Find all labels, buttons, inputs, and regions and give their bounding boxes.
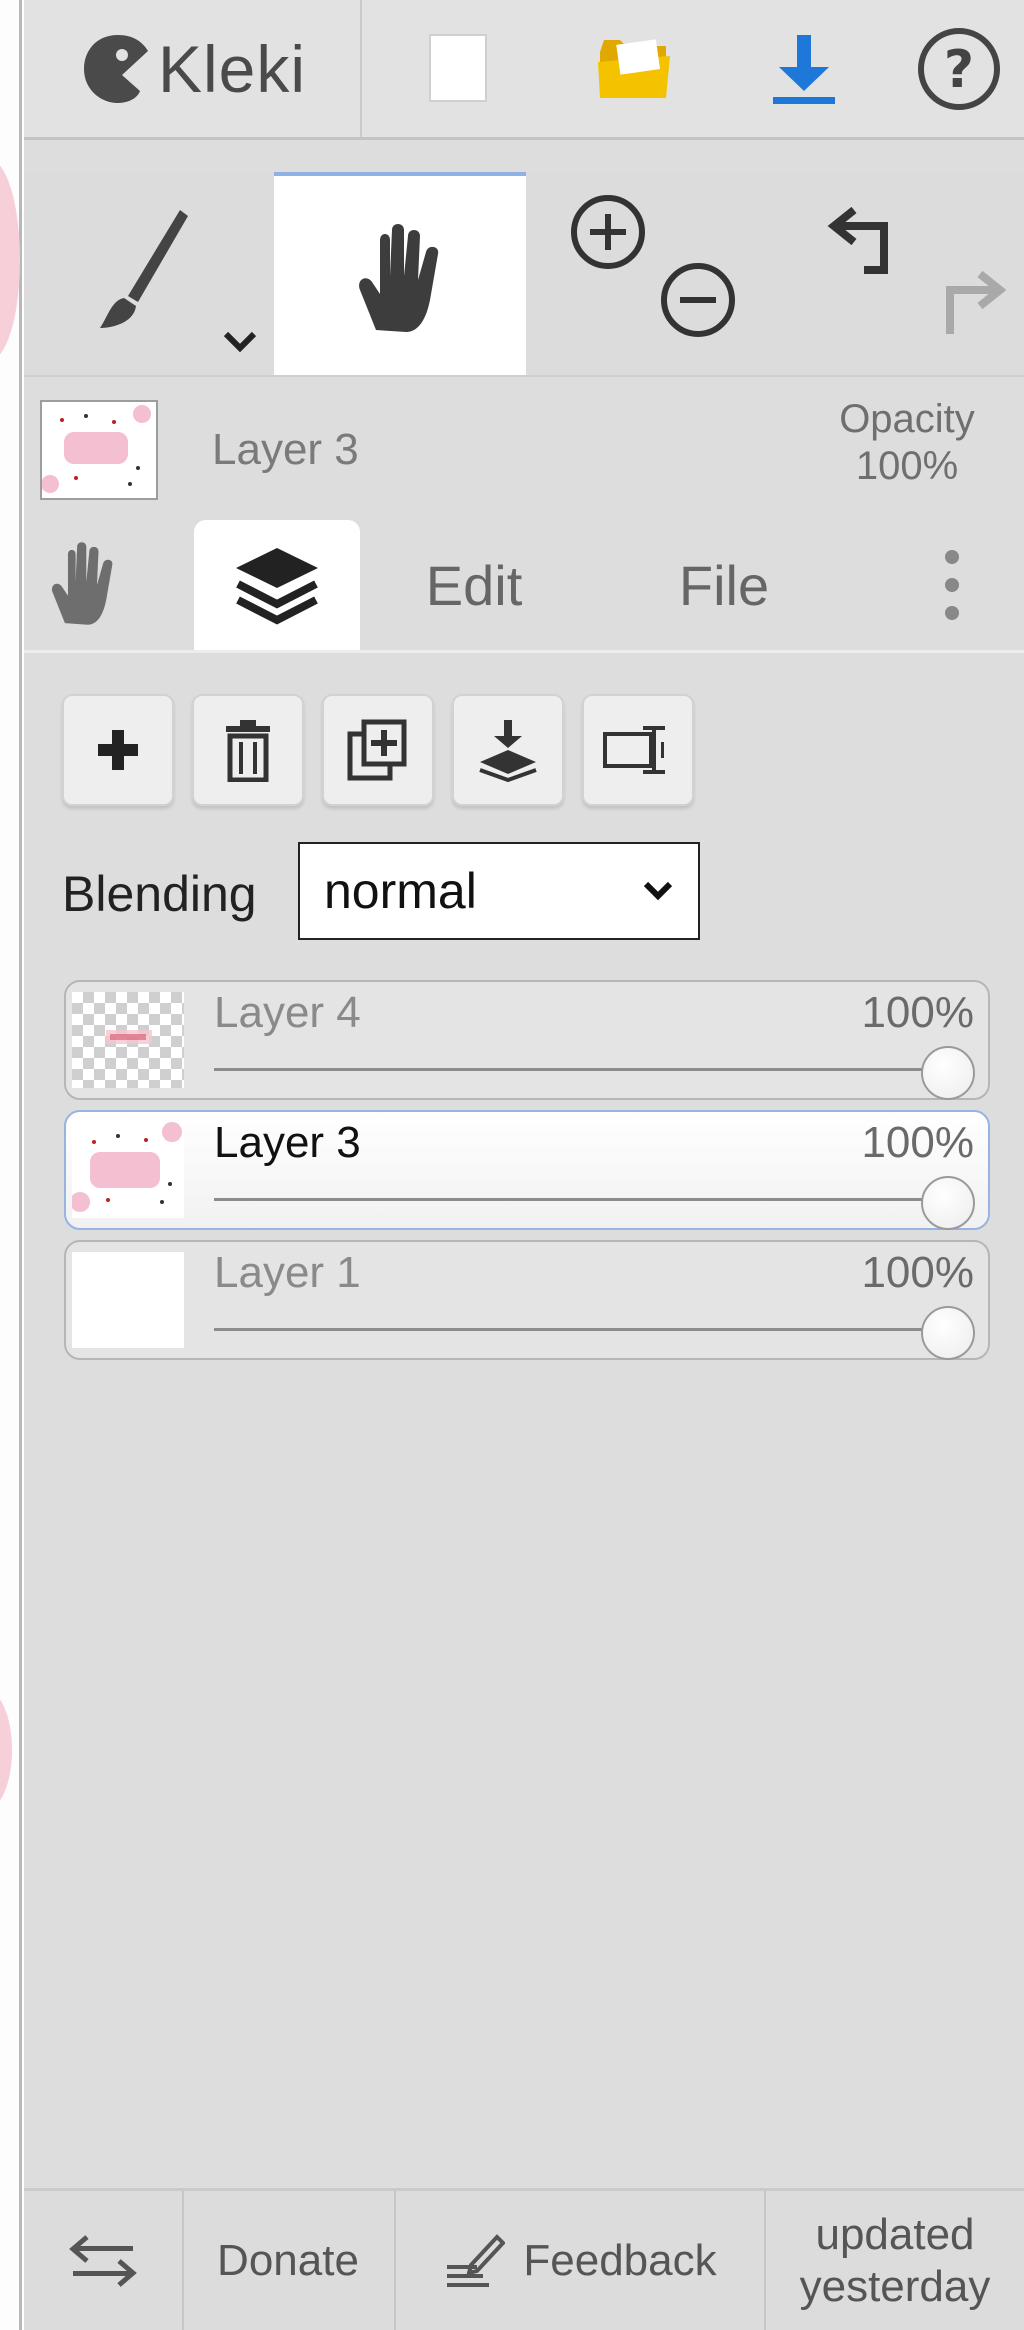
blending-label: Blending (62, 866, 257, 922)
zoom-in-icon[interactable] (566, 190, 650, 274)
layer-item[interactable]: Layer 4 100% (64, 980, 990, 1100)
chevron-down-icon (643, 881, 673, 901)
blending-select[interactable]: normal (298, 842, 700, 940)
current-layer-thumbnail[interactable] (40, 400, 158, 500)
hand-tool-button[interactable] (274, 172, 526, 375)
rename-layer-button[interactable] (582, 694, 694, 806)
delete-layer-button[interactable] (192, 694, 304, 806)
layer-thumbnail (72, 1122, 184, 1218)
layer-thumbnail-art (106, 1030, 152, 1044)
layer-opacity-value: 100% (861, 1118, 974, 1167)
redo-icon[interactable] (926, 264, 1010, 348)
layers-icon (236, 548, 318, 625)
trash-icon (226, 720, 270, 782)
layer-name: Layer 1 (214, 1248, 361, 1297)
help-icon: ? (918, 27, 1000, 110)
zoom-out-icon[interactable] (656, 258, 740, 342)
layer-thumbnail-art (42, 402, 156, 498)
app-title: Kleki (157, 31, 307, 106)
brush-tool-button[interactable] (24, 172, 274, 375)
slider-knob[interactable] (921, 1306, 975, 1360)
feedback-pen-icon (447, 2233, 506, 2287)
updated-line-2: yesterday (799, 2261, 991, 2311)
side-panel: Kleki ? Layer 3 Opacity 100% Edit File B… (24, 0, 1024, 2330)
layer-item[interactable]: Layer 3 100% (64, 1110, 990, 1230)
tab-hand[interactable] (24, 520, 144, 650)
changelog-link[interactable]: updated yesterday (766, 2191, 1024, 2330)
plus-icon (98, 730, 138, 770)
merge-down-icon (479, 720, 537, 782)
tab-edit[interactable]: Edit (384, 520, 564, 650)
current-layer-opacity[interactable]: Opacity 100% (822, 396, 992, 490)
tab-more[interactable] (904, 520, 1000, 650)
current-layer-name: Layer 3 (212, 425, 359, 474)
save-button[interactable] (739, 0, 869, 137)
svg-text:?: ? (944, 40, 974, 100)
new-file-icon (429, 33, 487, 102)
feedback-label: Feedback (523, 2235, 717, 2285)
new-image-button[interactable] (394, 0, 524, 137)
rename-icon (603, 726, 665, 774)
layer-opacity-value: 100% (861, 1248, 974, 1297)
layer-name: Layer 3 (214, 1118, 361, 1167)
footer-bar: Donate Feedback updated yesterday (24, 2188, 1024, 2330)
swap-side-button[interactable] (24, 2191, 182, 2330)
layer-opacity-value: 100% (861, 988, 974, 1037)
open-file-button[interactable] (569, 0, 699, 137)
chevron-down-icon[interactable] (220, 328, 260, 356)
merge-down-button[interactable] (452, 694, 564, 806)
open-folder-icon (598, 38, 670, 98)
layer-thumbnail (72, 992, 184, 1088)
top-bar: Kleki ? (24, 0, 1024, 140)
layer-thumbnail (72, 1252, 184, 1348)
history-buttons (776, 172, 1024, 375)
canvas-pink-shape (0, 160, 20, 360)
opacity-value: 100% (855, 444, 959, 488)
layer-opacity-slider[interactable] (214, 1328, 948, 1331)
updated-line-1: updated (815, 2209, 975, 2259)
tool-row (24, 172, 1024, 377)
layer-opacity-slider[interactable] (214, 1068, 948, 1071)
add-layer-button[interactable] (62, 694, 174, 806)
canvas-pink-shape (0, 1690, 12, 1810)
tab-file[interactable]: File (634, 520, 814, 650)
more-vertical-icon (945, 550, 959, 620)
blending-value: normal (324, 863, 477, 919)
slider-knob[interactable] (921, 1176, 975, 1230)
kleki-logo-icon (83, 34, 148, 103)
hand-icon (359, 224, 439, 332)
panel-tabs: Edit File (24, 520, 1024, 653)
opacity-label: Opacity (839, 397, 975, 441)
zoom-tool-button[interactable] (526, 172, 776, 375)
kleki-logo[interactable]: Kleki (24, 0, 360, 137)
slider-knob[interactable] (921, 1046, 975, 1100)
donate-link[interactable]: Donate (184, 2191, 392, 2330)
layer-item[interactable]: Layer 1 100% (64, 1240, 990, 1360)
duplicate-layer-button[interactable] (322, 694, 434, 806)
swap-arrows-icon (69, 2234, 137, 2287)
canvas-edge[interactable] (0, 0, 22, 2330)
brush-icon (100, 210, 188, 328)
help-button[interactable]: ? (894, 0, 1024, 137)
feedback-link[interactable]: Feedback (396, 2191, 762, 2330)
hand-icon (51, 542, 113, 625)
download-icon (773, 34, 835, 104)
tab-layers[interactable] (194, 520, 360, 650)
layer-name: Layer 4 (214, 988, 361, 1037)
layer-opacity-slider[interactable] (214, 1198, 948, 1201)
layer-thumbnail-art (72, 1122, 182, 1212)
undo-icon[interactable] (824, 200, 908, 284)
duplicate-icon (347, 719, 407, 781)
